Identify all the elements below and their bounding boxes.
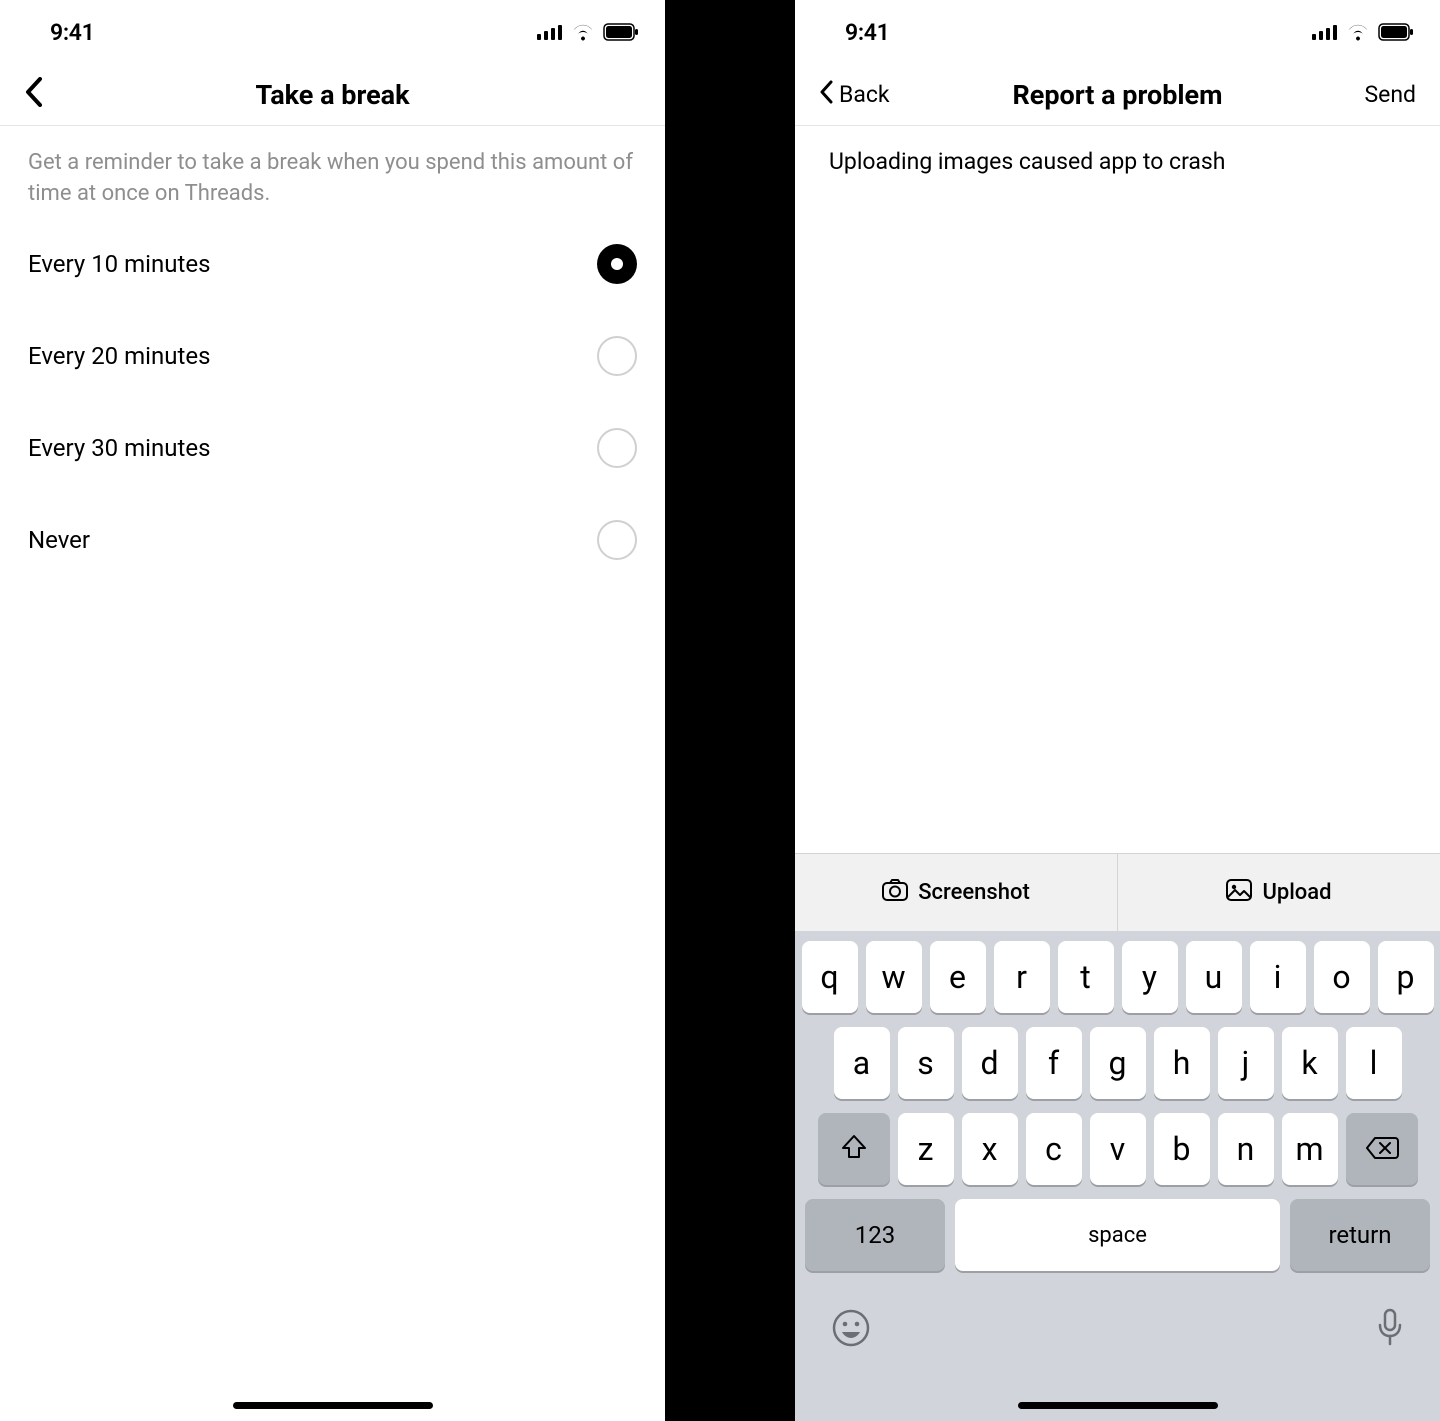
image-icon: [1226, 879, 1252, 907]
keyboard-key-b[interactable]: b: [1154, 1113, 1210, 1185]
phone-report-a-problem: 9:41 Back Report a problem: [795, 0, 1440, 1421]
wifi-icon: [571, 23, 595, 41]
keyboard-key-v[interactable]: v: [1090, 1113, 1146, 1185]
option-row[interactable]: Every 20 minutes: [28, 310, 637, 402]
keyboard-key-r[interactable]: r: [994, 941, 1050, 1013]
battery-icon: [1378, 23, 1414, 41]
status-time: 9:41: [50, 19, 95, 46]
keyboard-key-t[interactable]: t: [1058, 941, 1114, 1013]
option-radio[interactable]: [597, 520, 637, 560]
keyboard-key-m[interactable]: m: [1282, 1113, 1338, 1185]
keyboard-space-key[interactable]: space: [955, 1199, 1280, 1271]
keyboard-shift-key[interactable]: [818, 1113, 890, 1185]
home-indicator[interactable]: [1018, 1402, 1218, 1409]
keyboard-key-p[interactable]: p: [1378, 941, 1434, 1013]
phone-take-a-break: 9:41 Take a break Get a remin: [0, 0, 665, 1421]
dictation-button[interactable]: [1376, 1308, 1404, 1352]
keyboard-key-s[interactable]: s: [898, 1027, 954, 1099]
keyboard-key-l[interactable]: l: [1346, 1027, 1402, 1099]
screenshot-button[interactable]: Screenshot: [795, 854, 1117, 931]
option-label: Every 10 minutes: [28, 250, 210, 278]
keyboard-key-y[interactable]: y: [1122, 941, 1178, 1013]
screenshot-label: Screenshot: [918, 880, 1030, 905]
shift-icon: [841, 1130, 867, 1168]
option-label: Every 30 minutes: [28, 434, 210, 462]
chevron-left-icon: [24, 77, 42, 113]
keyboard-key-c[interactable]: c: [1026, 1113, 1082, 1185]
upload-button[interactable]: Upload: [1117, 854, 1440, 931]
keyboard-key-u[interactable]: u: [1186, 941, 1242, 1013]
keyboard-key-i[interactable]: i: [1250, 941, 1306, 1013]
status-bar: 9:41: [0, 0, 665, 64]
status-icons: [1312, 23, 1414, 41]
upload-label: Upload: [1262, 880, 1331, 905]
home-indicator[interactable]: [233, 1402, 433, 1409]
cellular-icon: [1312, 24, 1338, 40]
battery-icon: [603, 23, 639, 41]
keyboard-key-q[interactable]: q: [802, 941, 858, 1013]
status-time: 9:41: [845, 19, 890, 46]
page-title: Report a problem: [795, 79, 1440, 111]
keyboard-key-x[interactable]: x: [962, 1113, 1018, 1185]
keyboard-key-n[interactable]: n: [1218, 1113, 1274, 1185]
keyboard-key-a[interactable]: a: [834, 1027, 890, 1099]
keyboard-key-h[interactable]: h: [1154, 1027, 1210, 1099]
back-button[interactable]: [24, 77, 48, 113]
keyboard-key-k[interactable]: k: [1282, 1027, 1338, 1099]
options-list: Every 10 minutes Every 20 minutes Every 30…: [0, 218, 665, 586]
keyboard-backspace-key[interactable]: [1346, 1113, 1418, 1185]
chevron-left-icon: [819, 80, 833, 110]
keyboard-key-e[interactable]: e: [930, 941, 986, 1013]
keyboard-key-g[interactable]: g: [1090, 1027, 1146, 1099]
option-radio[interactable]: [597, 336, 637, 376]
status-bar: 9:41: [795, 0, 1440, 64]
option-radio[interactable]: [597, 244, 637, 284]
back-label: Back: [839, 81, 890, 108]
nav-bar: Take a break: [0, 64, 665, 126]
keyboard-key-o[interactable]: o: [1314, 941, 1370, 1013]
nav-bar: Back Report a problem Send: [795, 64, 1440, 126]
option-row[interactable]: Every 10 minutes: [28, 218, 637, 310]
keyboard: qwertyuiop asdfghjkl zxcvbnm 123 space r…: [795, 931, 1440, 1421]
keyboard-key-z[interactable]: z: [898, 1113, 954, 1185]
option-row[interactable]: Never: [28, 494, 637, 586]
emoji-button[interactable]: [831, 1308, 871, 1352]
keyboard-key-d[interactable]: d: [962, 1027, 1018, 1099]
keyboard-key-w[interactable]: w: [866, 941, 922, 1013]
camera-icon: [882, 879, 908, 907]
wifi-icon: [1346, 23, 1370, 41]
option-label: Never: [28, 526, 90, 554]
status-icons: [537, 23, 639, 41]
send-button[interactable]: Send: [1364, 81, 1416, 108]
keyboard-key-f[interactable]: f: [1026, 1027, 1082, 1099]
description-text: Get a reminder to take a break when you …: [0, 126, 665, 218]
back-button[interactable]: Back: [819, 80, 890, 110]
option-label: Every 20 minutes: [28, 342, 210, 370]
keyboard-key-j[interactable]: j: [1218, 1027, 1274, 1099]
problem-text-input[interactable]: Uploading images caused app to crash: [795, 126, 1440, 197]
page-title: Take a break: [0, 79, 665, 111]
backspace-icon: [1365, 1130, 1399, 1168]
cellular-icon: [537, 24, 563, 40]
option-radio[interactable]: [597, 428, 637, 468]
attachment-bar: Screenshot Upload: [795, 853, 1440, 931]
keyboard-numeric-button[interactable]: 123: [805, 1199, 945, 1271]
keyboard-return-key[interactable]: return: [1290, 1199, 1430, 1271]
option-row[interactable]: Every 30 minutes: [28, 402, 637, 494]
